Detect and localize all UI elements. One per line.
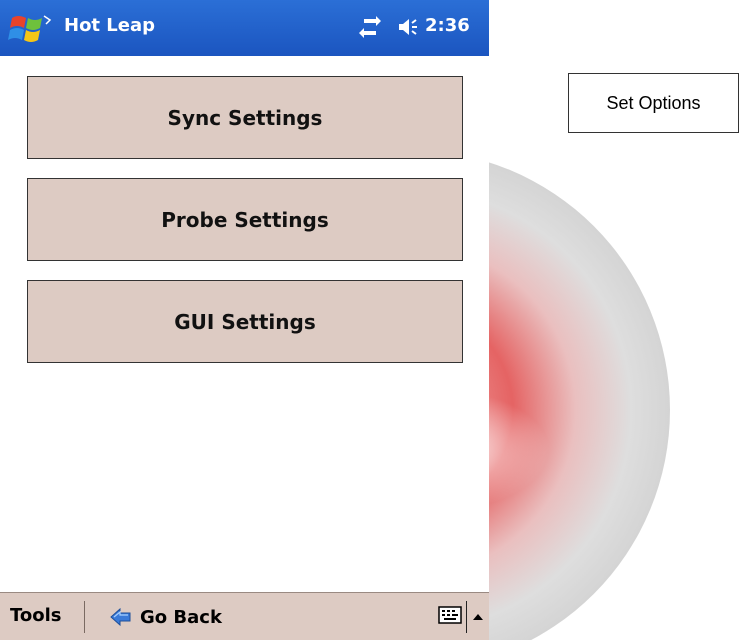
sync-settings-label: Sync Settings [167,105,323,130]
set-options-callout: Set Options [568,73,739,133]
sync-arrows-icon[interactable] [358,15,382,39]
gui-settings-label: GUI Settings [174,309,316,334]
probe-settings-button[interactable]: Probe Settings [27,178,463,261]
go-back-button[interactable]: Go Back [110,603,222,631]
sip-separator [466,601,467,633]
clock[interactable]: 2:36 [425,15,470,36]
windows-flag-icon[interactable] [8,10,52,46]
title-bar: Hot Leap 2:36 [0,0,489,56]
go-back-label: Go Back [140,606,222,628]
menu-bar: Tools Go Back [0,592,489,640]
sync-settings-button[interactable]: Sync Settings [27,76,463,159]
up-arrow-icon[interactable] [472,607,484,620]
device-screen: Hot Leap 2:36 Sync Settings Probe Settin… [0,0,489,640]
keyboard-icon[interactable] [438,605,462,625]
gui-settings-button[interactable]: GUI Settings [27,280,463,363]
menu-separator [84,601,85,633]
stage: Hot Leap 2:36 Sync Settings Probe Settin… [0,0,739,640]
speaker-icon[interactable] [398,17,420,37]
window-title: Hot Leap [64,15,156,36]
back-arrow-icon [110,607,132,627]
probe-settings-label: Probe Settings [161,207,329,232]
set-options-label: Set Options [606,92,701,113]
tools-menu[interactable]: Tools [10,605,62,626]
